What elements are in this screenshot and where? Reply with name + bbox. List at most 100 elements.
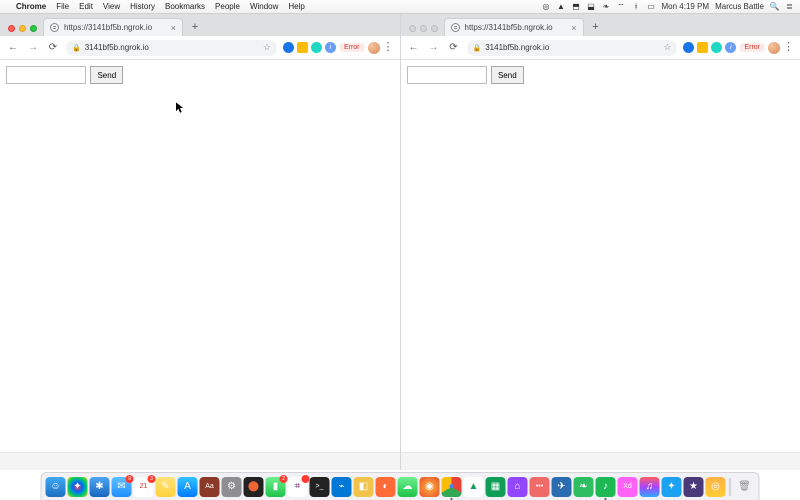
spotlight-icon[interactable]: 🔍 xyxy=(770,2,779,11)
extensions-row: i Error ⋮ xyxy=(283,42,394,54)
dock-postman[interactable]: ◐ xyxy=(376,477,396,497)
tab-strip: https://3141bf5b.ngrok.io × + xyxy=(0,14,400,36)
dock-spark[interactable]: ✈ xyxy=(552,477,572,497)
message-input[interactable] xyxy=(6,66,86,84)
dock-imovie[interactable]: ★ xyxy=(684,477,704,497)
close-tab-icon[interactable]: × xyxy=(171,23,176,33)
dock-messages[interactable]: ☁ xyxy=(398,477,418,497)
back-button[interactable]: ← xyxy=(6,41,20,55)
dock-asana[interactable]: ••• xyxy=(530,477,550,497)
dock-slack[interactable]: ⌗ xyxy=(288,477,308,497)
minimize-window-icon[interactable] xyxy=(420,25,427,32)
dock-facetime[interactable]: ▮2 xyxy=(266,477,286,497)
window-controls xyxy=(407,25,444,36)
dock-sheets[interactable]: ▦ xyxy=(486,477,506,497)
forward-button[interactable]: → xyxy=(26,41,40,55)
page-footer xyxy=(401,452,800,470)
error-badge[interactable]: Error xyxy=(339,43,365,52)
back-button[interactable]: ← xyxy=(407,41,421,55)
status-icon[interactable]: ⬒ xyxy=(572,2,581,11)
chrome-menu-icon[interactable]: ⋮ xyxy=(783,42,794,53)
new-tab-button[interactable]: + xyxy=(187,19,203,35)
dock-twitter[interactable]: ✦ xyxy=(662,477,682,497)
dock-safari[interactable]: ✱ xyxy=(90,477,110,497)
browser-tab[interactable]: https://3141bf5b.ngrok.io × xyxy=(43,18,183,36)
close-tab-icon[interactable]: × xyxy=(571,23,576,33)
bookmark-star-icon[interactable]: ☆ xyxy=(263,42,271,53)
zoom-window-icon[interactable] xyxy=(431,25,438,32)
send-button[interactable]: Send xyxy=(491,66,524,84)
address-bar[interactable]: 🔒 3141bf5b.ngrok.io ☆ xyxy=(467,40,678,56)
reload-button[interactable]: ⟳ xyxy=(447,41,461,55)
new-tab-button[interactable]: + xyxy=(588,19,604,35)
profile-avatar[interactable] xyxy=(768,42,780,54)
dock-chrome[interactable]: ● xyxy=(442,477,462,497)
zoom-window-icon[interactable] xyxy=(30,25,37,32)
extension-icon[interactable] xyxy=(297,42,308,53)
close-window-icon[interactable] xyxy=(409,25,416,32)
status-icon[interactable]: ◎ xyxy=(542,2,551,11)
menu-edit[interactable]: Edit xyxy=(79,2,93,11)
menu-history[interactable]: History xyxy=(130,2,155,11)
extension-icon[interactable]: i xyxy=(325,42,336,53)
dock-vscode[interactable]: ⌁ xyxy=(332,477,352,497)
reload-button[interactable]: ⟳ xyxy=(46,41,60,55)
dock-notes[interactable]: ✎ xyxy=(156,477,176,497)
message-input[interactable] xyxy=(407,66,487,84)
dock-sequel[interactable]: ◧ xyxy=(354,477,374,497)
dock-firefox[interactable]: ◉ xyxy=(420,477,440,497)
window-controls xyxy=(6,25,43,36)
menu-people[interactable]: People xyxy=(215,2,240,11)
menu-help[interactable]: Help xyxy=(288,2,304,11)
bluetooth-icon[interactable]: ᚼ xyxy=(632,2,641,11)
badge: 9 xyxy=(126,475,134,483)
menu-file[interactable]: File xyxy=(56,2,69,11)
address-bar[interactable]: 🔒 3141bf5b.ngrok.io ☆ xyxy=(66,40,277,56)
dock-terminal[interactable]: >_ xyxy=(310,477,330,497)
send-button[interactable]: Send xyxy=(90,66,123,84)
forward-button[interactable]: → xyxy=(427,41,441,55)
dock-appstore[interactable]: A xyxy=(178,477,198,497)
page-content: Send xyxy=(401,60,800,470)
extension-icon[interactable] xyxy=(283,42,294,53)
dock-launchpad[interactable]: ✦ xyxy=(68,477,88,497)
control-center-icon[interactable]: ≣ xyxy=(785,2,794,11)
clock[interactable]: Mon 4:19 PM xyxy=(662,2,710,11)
app-name[interactable]: Chrome xyxy=(16,2,46,11)
profile-avatar[interactable] xyxy=(368,42,380,54)
wifi-icon[interactable]: ⌔ xyxy=(617,2,626,11)
status-icon[interactable]: ▲ xyxy=(557,2,566,11)
dock-dictionary[interactable]: Aa xyxy=(200,477,220,497)
dock-evernote[interactable]: ❧ xyxy=(574,477,594,497)
browser-tab[interactable]: https://3141bf5b.ngrok.io × xyxy=(444,18,584,36)
dock-preferences[interactable]: ⚙ xyxy=(222,477,242,497)
dock-drive[interactable]: ▲ xyxy=(464,477,484,497)
dock-calendar[interactable]: 213 xyxy=(134,477,154,497)
extension-icon[interactable] xyxy=(711,42,722,53)
dock-xd[interactable]: Xd xyxy=(618,477,638,497)
user-name[interactable]: Marcus Battle xyxy=(715,2,764,11)
minimize-window-icon[interactable] xyxy=(19,25,26,32)
extension-icon[interactable]: i xyxy=(725,42,736,53)
dock-itunes[interactable]: ♫ xyxy=(640,477,660,497)
dock-spotify[interactable]: ♪ xyxy=(596,477,616,497)
extension-icon[interactable] xyxy=(697,42,708,53)
dock-finder[interactable]: ☺ xyxy=(46,477,66,497)
chrome-menu-icon[interactable]: ⋮ xyxy=(383,42,394,53)
dock-photobooth[interactable]: ◎ xyxy=(706,477,726,497)
menu-window[interactable]: Window xyxy=(250,2,278,11)
dock-activity[interactable]: ⬤ xyxy=(244,477,264,497)
error-badge[interactable]: Error xyxy=(739,43,765,52)
evernote-icon[interactable]: ❧ xyxy=(602,2,611,11)
extension-icon[interactable] xyxy=(311,42,322,53)
menu-bookmarks[interactable]: Bookmarks xyxy=(165,2,205,11)
dropbox-icon[interactable]: ⬓ xyxy=(587,2,596,11)
close-window-icon[interactable] xyxy=(8,25,15,32)
bookmark-star-icon[interactable]: ☆ xyxy=(663,42,671,53)
dock-twitch[interactable]: ⌂ xyxy=(508,477,528,497)
menu-view[interactable]: View xyxy=(103,2,120,11)
battery-icon[interactable]: ▭ xyxy=(647,2,656,11)
dock-mail[interactable]: ✉9 xyxy=(112,477,132,497)
extension-icon[interactable] xyxy=(683,42,694,53)
dock-trash[interactable]: 🗑 xyxy=(735,477,755,497)
